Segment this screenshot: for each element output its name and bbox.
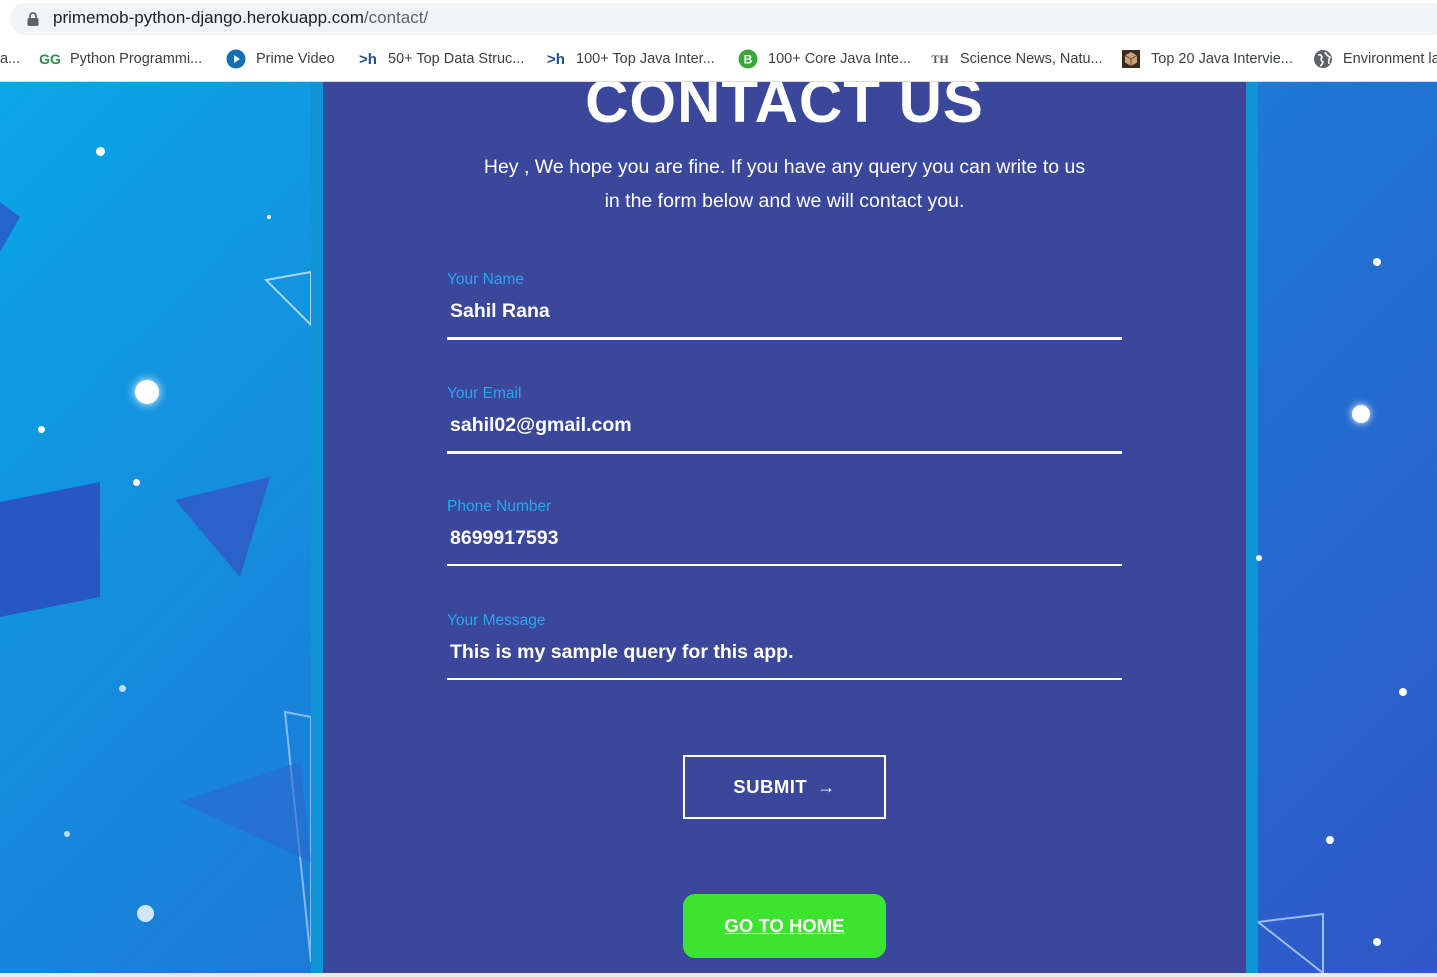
message-field[interactable]: Your Message This is my sample query for… xyxy=(447,612,1122,680)
bookmark-item[interactable]: a... xyxy=(0,38,20,80)
email-field[interactable]: Your Email sahil02@gmail.com xyxy=(447,385,1122,454)
bookmark-item[interactable]: >h 100+ Top Java Inter... xyxy=(546,38,715,80)
star-dot xyxy=(1399,688,1407,696)
bookmark-item[interactable]: Top 20 Java Intervie... xyxy=(1121,38,1293,80)
phone-underline xyxy=(447,564,1122,566)
intro-line: Hey , We hope you are fine. If you have … xyxy=(483,156,1086,178)
bookmark-label: Prime Video xyxy=(256,51,335,67)
window-bottom-edge xyxy=(0,973,1437,977)
bookmark-label: Science News, Natu... xyxy=(960,51,1103,67)
bookmark-item[interactable]: Prime Video xyxy=(226,38,335,80)
url-text[interactable]: primemob-python-django.herokuapp.com/con… xyxy=(53,8,428,28)
email-underline xyxy=(447,451,1122,454)
bookmark-item[interactable]: B 100+ Core Java Inte... xyxy=(738,38,911,80)
star-dot xyxy=(1326,836,1334,844)
phone-label: Phone Number xyxy=(447,498,552,515)
bookmark-item[interactable]: GG Python Programmi... xyxy=(39,38,203,80)
email-label: Your Email xyxy=(447,385,522,402)
lock-icon xyxy=(27,12,39,26)
hackr-icon: >h xyxy=(547,50,565,68)
bookmark-label: 100+ Top Java Inter... xyxy=(576,51,715,67)
intro-line: in the form below and we will contact yo… xyxy=(604,190,965,212)
bookmark-label: 50+ Top Data Struc... xyxy=(388,51,525,67)
star-dot xyxy=(1373,938,1381,946)
svg-text:B: B xyxy=(744,53,753,67)
submit-label: SUBMIT xyxy=(733,776,808,797)
name-underline xyxy=(447,337,1122,340)
name-field[interactable]: Your Name Sahil Rana xyxy=(447,271,1122,340)
star-dot xyxy=(1256,555,1262,561)
message-underline xyxy=(447,678,1122,680)
star-dot xyxy=(133,479,140,486)
bookmark-item[interactable]: TH Science News, Natu... xyxy=(930,38,1103,80)
phone-input[interactable]: 8699917593 xyxy=(447,526,1122,550)
star-dot xyxy=(119,685,126,692)
intro-text: Hey , We hope you are fine. If you have … xyxy=(323,150,1246,218)
email-input[interactable]: sahil02@gmail.com xyxy=(447,413,1122,437)
bookmark-label: Python Programmi... xyxy=(70,51,203,67)
hackr-icon: >h xyxy=(359,50,377,68)
message-label: Your Message xyxy=(447,612,546,629)
url-host: primemob-python-django.herokuapp.com xyxy=(53,8,364,27)
geeksforgeeks-icon: GG xyxy=(39,51,61,67)
th-icon: TH xyxy=(931,51,949,66)
star-dot xyxy=(1373,258,1381,266)
prime-video-icon xyxy=(226,49,246,69)
address-bar: primemob-python-django.herokuapp.com/con… xyxy=(0,0,1437,38)
bookmark-label: a... xyxy=(0,51,21,67)
name-label: Your Name xyxy=(447,271,524,288)
star-dot xyxy=(135,380,159,404)
bookmark-item[interactable]: Environment la xyxy=(1313,38,1437,80)
page-background: CONTACT US Hey , We hope you are fine. I… xyxy=(0,82,1437,973)
url-path: /contact/ xyxy=(363,8,429,27)
bookmark-label: Environment la xyxy=(1343,51,1437,67)
bookmarks-bar: a... GG Python Programmi... Prime Video … xyxy=(0,38,1437,82)
message-input[interactable]: This is my sample query for this app. xyxy=(447,640,1122,664)
go-to-home-label: GO TO HOME xyxy=(724,915,845,936)
go-to-home-button[interactable]: GO TO HOME xyxy=(683,894,886,958)
submit-button[interactable]: SUBMIT → xyxy=(683,755,886,819)
bookmark-item[interactable]: >h 50+ Top Data Struc... xyxy=(358,38,524,80)
star-dot xyxy=(64,831,70,837)
arrow-right-icon: → xyxy=(817,776,836,797)
bookmark-label: 100+ Core Java Inte... xyxy=(768,51,912,67)
name-input[interactable]: Sahil Rana xyxy=(447,299,1122,323)
globe-icon xyxy=(1313,49,1333,69)
star-dot xyxy=(96,147,105,156)
bookmark-label: Top 20 Java Intervie... xyxy=(1151,51,1293,67)
star-dot xyxy=(38,426,45,433)
star-dot xyxy=(267,215,271,219)
page-title: CONTACT US xyxy=(585,82,984,135)
star-dot xyxy=(137,905,154,922)
b-icon: B xyxy=(738,49,758,69)
cube-icon xyxy=(1121,49,1141,69)
phone-field[interactable]: Phone Number 8699917593 xyxy=(447,498,1122,566)
star-dot xyxy=(1352,405,1370,423)
